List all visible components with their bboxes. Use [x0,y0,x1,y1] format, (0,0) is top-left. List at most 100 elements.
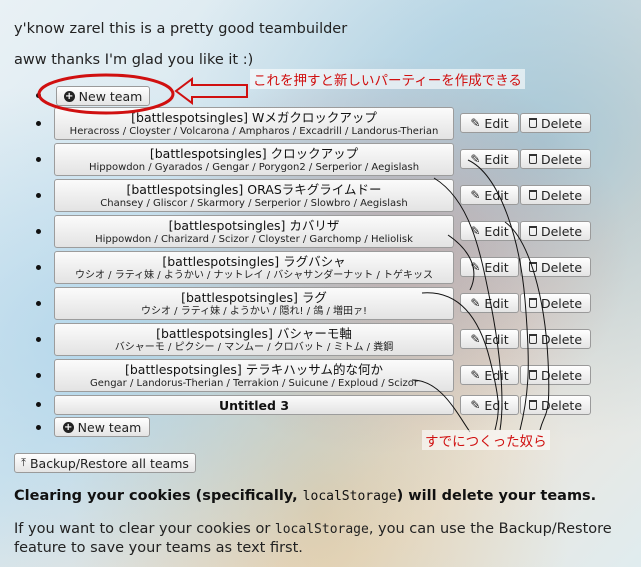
edit-label: Edit [484,187,509,203]
backup-info: If you want to clear your cookies or loc… [14,521,612,556]
edit-label: Edit [484,115,509,131]
plus-circle-icon: + [62,421,74,433]
team-name: [battlespotsingles] Wメガクロックアップ [131,110,377,125]
upload-icon: ⤒ [21,456,26,469]
edit-label: Edit [484,151,509,167]
delete-label: Delete [540,259,583,275]
edit-button[interactable]: ✎ Edit [460,221,519,241]
team-pokemon: バシャーモ / ピクシー / マンムー / クロバット / ミトム / 粪鋼 [114,342,394,353]
edit-label: Edit [484,259,509,275]
delete-label: Delete [540,367,583,383]
pencil-icon: ✎ [470,116,481,130]
annotation-arrow [174,77,248,105]
delete-button[interactable]: Delete [520,329,591,349]
list-bullet [36,93,41,98]
edit-button[interactable]: ✎ Edit [460,149,519,169]
team-item[interactable]: [battlespotsingles] テラキハッサム的な何か Gengar / … [54,359,454,392]
team-pokemon: Gengar / Landorus-Therian / Terrakion / … [89,378,419,389]
delete-button[interactable]: Delete [520,293,591,313]
delete-label: Delete [540,397,583,413]
team-pokemon: Hippowdon / Charizard / Scizor / Cloyste… [95,234,413,245]
edit-label: Edit [484,295,509,311]
pencil-icon: ✎ [470,332,481,346]
list-bullet [36,425,41,430]
team-item[interactable]: [battlespotsingles] ORASラキグライムドー Chansey … [54,179,454,212]
list-bullet [36,402,41,407]
delete-label: Delete [540,223,583,239]
list-bullet [36,229,41,234]
trash-icon [528,154,537,164]
new-team-button-bottom[interactable]: + New team [54,417,150,437]
trash-icon [528,400,537,410]
team-item[interactable]: [battlespotsingles] ラグ ウシオ / ラティ妹 / ようかい … [54,287,454,320]
pencil-icon: ✎ [470,188,481,202]
list-bullet [36,121,41,126]
new-team-button-top[interactable]: + New team [56,86,150,106]
trash-icon [528,334,537,344]
team-item[interactable]: [battlespotsingles] バシャーモ軸 バシャーモ / ピクシー /… [54,323,454,356]
backup-restore-button[interactable]: ⤒ Backup/Restore all teams [14,453,196,473]
edit-button[interactable]: ✎ Edit [460,185,519,205]
plus-circle-icon: + [63,90,75,102]
team-name: [battlespotsingles] カバリザ [168,218,340,233]
trash-icon [528,298,537,308]
pencil-icon: ✎ [470,398,481,412]
edit-button[interactable]: ✎ Edit [460,293,519,313]
pencil-icon: ✎ [470,296,481,310]
team-pokemon: Chansey / Gliscor / Skarmory / Serperior… [100,198,408,209]
edit-label: Edit [484,331,509,347]
list-bullet [36,265,41,270]
chat-message-1: y'know zarel this is a pretty good teamb… [14,21,348,37]
delete-label: Delete [540,187,583,203]
edit-button[interactable]: ✎ Edit [460,395,519,415]
team-name: [battlespotsingles] クロックアップ [149,146,359,161]
edit-button[interactable]: ✎ Edit [460,113,519,133]
edit-label: Edit [484,223,509,239]
team-pokemon: Heracross / Cloyster / Volcarona / Ampha… [69,126,439,137]
team-name: [battlespotsingles] ラグバシャ [162,254,346,269]
team-item[interactable]: [battlespotsingles] ラグバシャ ウシオ / ラティ妹 / よう… [54,251,454,284]
edit-button[interactable]: ✎ Edit [460,257,519,277]
trash-icon [528,190,537,200]
delete-button[interactable]: Delete [520,149,591,169]
edit-label: Edit [484,367,509,383]
chat-message-2: aww thanks I'm glad you like it :) [14,52,254,68]
delete-button[interactable]: Delete [520,365,591,385]
team-name: Untitled 3 [218,398,290,413]
list-bullet [36,157,41,162]
new-team-label: New team [78,88,143,104]
new-team-annotation: これを押すと新しいパーティーを作成できる [250,69,525,89]
team-item[interactable]: Untitled 3 [54,395,454,415]
delete-label: Delete [540,151,583,167]
delete-button[interactable]: Delete [520,395,591,415]
new-team-label: New team [77,419,142,435]
list-bullet [36,337,41,342]
team-name: [battlespotsingles] ORASラキグライムドー [126,182,382,197]
team-item[interactable]: [battlespotsingles] カバリザ Hippowdon / Char… [54,215,454,248]
trash-icon [528,226,537,236]
delete-button[interactable]: Delete [520,257,591,277]
team-name: [battlespotsingles] ラグ [181,290,327,305]
team-pokemon: Hippowdon / Gyarados / Gengar / Porygon2… [88,162,420,173]
delete-button[interactable]: Delete [520,113,591,133]
trash-icon [528,118,537,128]
delete-label: Delete [540,295,583,311]
pencil-icon: ✎ [470,260,481,274]
trash-icon [528,262,537,272]
edit-label: Edit [484,397,509,413]
list-bullet [36,301,41,306]
edit-button[interactable]: ✎ Edit [460,365,519,385]
cookie-warning: Clearing your cookies (specifically, loc… [14,488,597,504]
team-name: [battlespotsingles] バシャーモ軸 [156,326,352,341]
trash-icon [528,370,537,380]
pencil-icon: ✎ [470,368,481,382]
delete-button[interactable]: Delete [520,221,591,241]
edit-button[interactable]: ✎ Edit [460,329,519,349]
delete-button[interactable]: Delete [520,185,591,205]
list-bullet [36,193,41,198]
team-item[interactable]: [battlespotsingles] Wメガクロックアップ Heracross … [54,107,454,140]
team-item[interactable]: [battlespotsingles] クロックアップ Hippowdon / G… [54,143,454,176]
delete-label: Delete [540,115,583,131]
team-name: [battlespotsingles] テラキハッサム的な何か [124,362,384,377]
backup-restore-label: Backup/Restore all teams [29,455,189,471]
